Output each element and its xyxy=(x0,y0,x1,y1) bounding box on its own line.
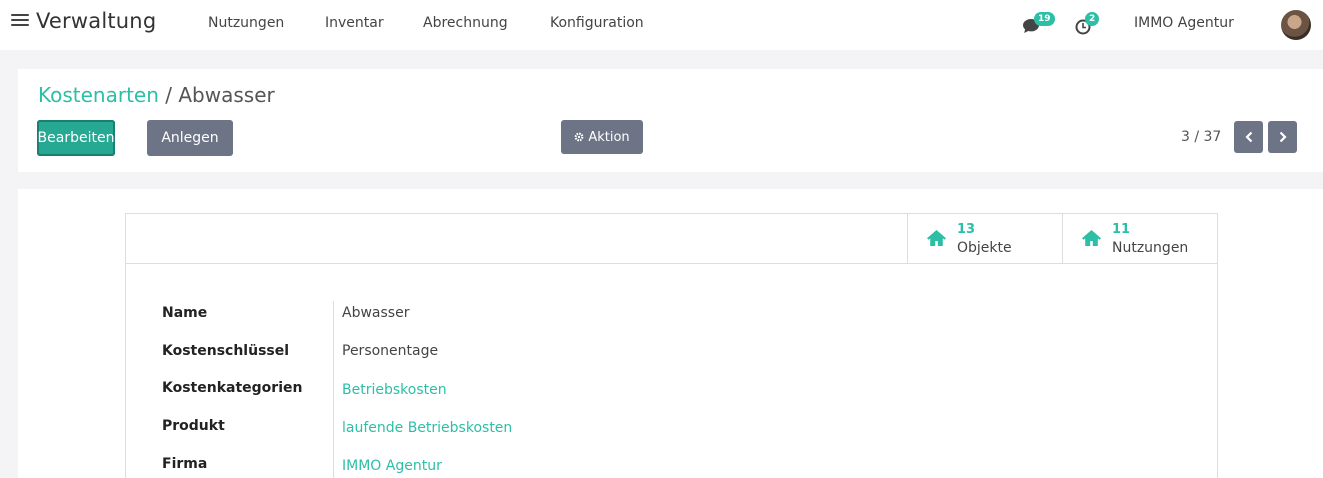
usages-label: Nutzungen xyxy=(1112,240,1189,256)
usages-count: 11 xyxy=(1112,222,1131,237)
nav-item-inventar[interactable]: Inventar xyxy=(325,15,384,31)
field-label-name: Name xyxy=(162,305,208,321)
breadcrumb-current: Abwasser xyxy=(178,83,275,107)
field-label-product: Produkt xyxy=(162,418,225,434)
objects-count: 13 xyxy=(957,222,976,237)
pager-value[interactable]: 3 / 37 xyxy=(1181,129,1221,145)
pager-next-button[interactable] xyxy=(1268,121,1297,153)
control-panel: Kostenarten / Abwasser Bearbeiten Anlege… xyxy=(18,69,1323,172)
edit-button[interactable]: Bearbeiten xyxy=(37,120,115,156)
field-label-cost-key: Kostenschlüssel xyxy=(162,343,290,359)
breadcrumb: Kostenarten / Abwasser xyxy=(38,83,275,107)
home-icon xyxy=(1082,230,1101,246)
nav-item-konfiguration[interactable]: Konfiguration xyxy=(550,15,644,31)
smart-button-box: 13 Objekte 11 Nutzungen xyxy=(126,214,1217,264)
chevron-left-icon xyxy=(1244,131,1252,143)
breadcrumb-separator: / xyxy=(158,83,179,107)
menu-icon[interactable] xyxy=(11,12,29,28)
field-divider xyxy=(333,301,334,478)
nav-item-nutzungen[interactable]: Nutzungen xyxy=(208,15,284,31)
messages-count-badge: 19 xyxy=(1034,12,1055,26)
user-avatar[interactable] xyxy=(1281,10,1311,40)
objects-label: Objekte xyxy=(957,240,1012,256)
home-icon xyxy=(927,230,946,246)
field-value-name: Abwasser xyxy=(342,305,410,321)
top-navbar: Verwaltung Nutzungen Inventar Abrechnung… xyxy=(0,0,1323,50)
gear-icon xyxy=(574,132,584,142)
field-value-cost-key: Personentage xyxy=(342,343,439,359)
nav-item-abrechnung[interactable]: Abrechnung xyxy=(423,15,508,31)
messages-menu[interactable]: 19 xyxy=(1022,12,1055,38)
form-sheet: 13 Objekte 11 Nutzungen Name Abwasser Ko… xyxy=(125,213,1218,478)
create-button[interactable]: Anlegen xyxy=(147,120,233,156)
field-value-company[interactable]: IMMO Agentur xyxy=(342,458,442,474)
usages-smart-button[interactable]: 11 Nutzungen xyxy=(1062,214,1217,264)
action-dropdown-button[interactable]: Aktion xyxy=(561,120,643,154)
breadcrumb-parent-link[interactable]: Kostenarten xyxy=(38,83,159,107)
user-name[interactable]: IMMO Agentur xyxy=(1134,15,1234,31)
app-title[interactable]: Verwaltung xyxy=(36,9,156,33)
chevron-right-icon xyxy=(1279,131,1287,143)
field-label-cost-categories: Kostenkategorien xyxy=(162,380,303,396)
pager-previous-button[interactable] xyxy=(1234,121,1263,153)
objects-smart-button[interactable]: 13 Objekte xyxy=(907,214,1062,264)
action-label: Aktion xyxy=(588,129,630,145)
activities-menu[interactable]: 2 xyxy=(1075,12,1105,38)
field-value-product[interactable]: laufende Betriebskosten xyxy=(342,420,512,436)
activities-count-badge: 2 xyxy=(1085,12,1100,26)
field-label-company: Firma xyxy=(162,456,208,472)
field-value-cost-categories[interactable]: Betriebskosten xyxy=(342,382,447,398)
